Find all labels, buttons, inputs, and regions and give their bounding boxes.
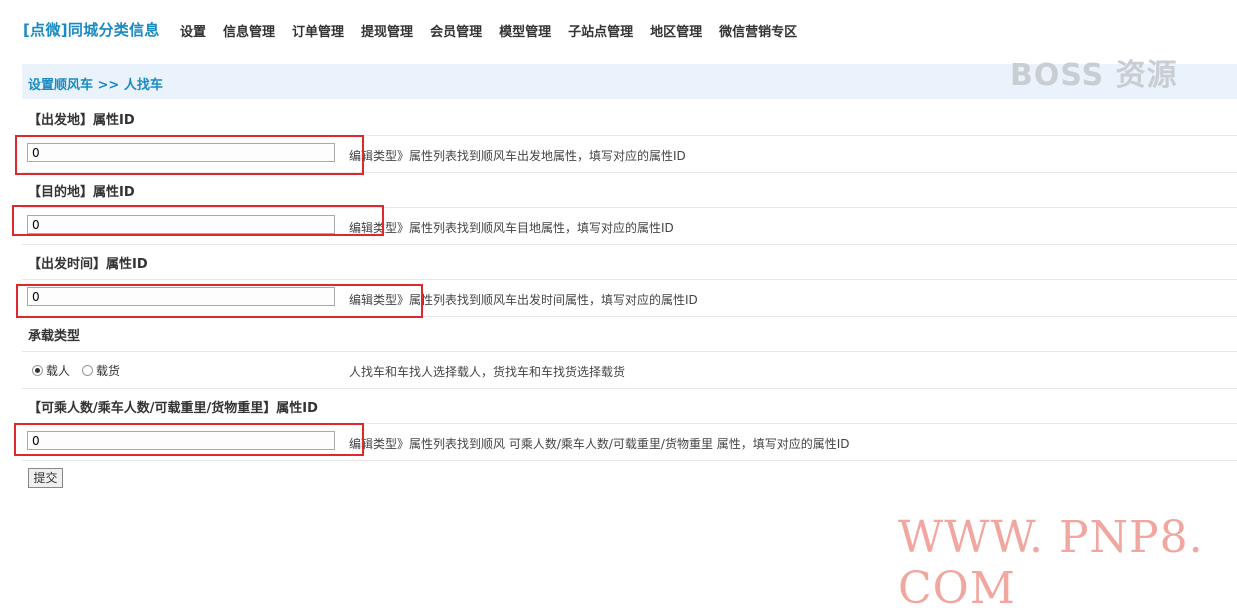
destination-field-hint: 编辑类型》属性列表找到顺风车目地属性，填写对应的属性ID [349,221,674,235]
carry-type-hint: 人找车和车找人选择载人，货找车和车找货选择载货 [349,365,626,379]
capacity-field-title: 【可乘人数/乘车人数/可载重里/货物重里】属性ID [28,401,318,416]
nav-item-withdraw-management[interactable]: 提现管理 [361,21,413,40]
carry-option-cargo-label: 载货 [96,364,121,378]
radio-unselected-icon[interactable] [82,365,94,376]
carry-type-title: 承载类型 [28,329,81,344]
app-brand[interactable]: [点微]同城分类信息 [23,19,160,40]
highlight-box [12,205,384,236]
watermark-top: BOSS 资源 [1010,58,1178,93]
nav-item-order-management[interactable]: 订单管理 [292,21,344,40]
departure-field-title: 【出发地】属性ID [28,113,135,128]
highlight-box [16,284,423,318]
main-nav: 设置 信息管理 订单管理 提现管理 会员管理 模型管理 子站点管理 地区管理 微… [180,21,797,40]
carry-option-passenger-label: 载人 [46,364,71,378]
highlight-box [14,423,364,456]
breadcrumb[interactable]: 设置顺风车 >> 人找车 [28,74,163,93]
nav-item-region-management[interactable]: 地区管理 [650,21,702,40]
watermark-bottom: WWW. PNP8. COM [898,512,1204,614]
carry-type-radio-group: 载人 载货 [32,362,126,379]
departure-time-field-title: 【出发时间】属性ID [28,257,148,272]
destination-field-title: 【目的地】属性ID [28,185,135,200]
nav-item-substation-management[interactable]: 子站点管理 [568,21,633,40]
carry-option-cargo[interactable]: 载货 [82,362,120,379]
nav-item-wechat-marketing[interactable]: 微信营销专区 [719,21,797,40]
nav-item-info-management[interactable]: 信息管理 [223,21,275,40]
highlight-box [15,135,364,175]
radio-selected-icon[interactable] [32,365,43,376]
capacity-field-hint: 编辑类型》属性列表找到顺风 可乘人数/乘车人数/可载重里/货物重里 属性，填写对… [349,437,850,451]
carry-option-passenger[interactable]: 载人 [32,362,70,379]
carry-type-row: 载人 载货 人找车和车找人选择载人，货找车和车找货选择载货 [22,351,1237,389]
departure-field-hint: 编辑类型》属性列表找到顺风车出发地属性，填写对应的属性ID [349,149,686,163]
submit-button[interactable]: 提交 [28,468,63,488]
nav-item-model-management[interactable]: 模型管理 [499,21,551,40]
nav-item-settings[interactable]: 设置 [180,21,206,40]
nav-item-member-management[interactable]: 会员管理 [430,21,482,40]
